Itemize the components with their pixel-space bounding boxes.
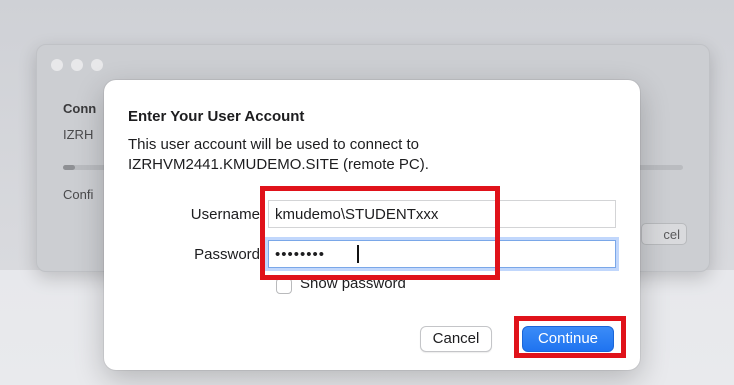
close-window-icon — [51, 59, 63, 71]
dialog-message-line1: This user account will be used to connec… — [128, 136, 419, 153]
desktop-background: Conn IZRH Confi cel Enter Your User Acco… — [0, 0, 734, 385]
zoom-window-icon — [91, 59, 103, 71]
background-window-title: Conn — [63, 101, 97, 116]
minimize-window-icon — [71, 59, 83, 71]
cancel-button[interactable]: Cancel — [420, 326, 492, 352]
connection-progress-fill — [63, 165, 75, 170]
show-password-checkbox[interactable] — [276, 278, 292, 294]
background-window-host: IZRH — [63, 127, 94, 142]
dialog-title: Enter Your User Account — [128, 108, 305, 125]
dialog-message-line2: IZRHVM2441.KMUDEMO.SITE (remote PC). — [128, 156, 429, 173]
text-caret — [357, 245, 359, 263]
background-window-status: Confi — [63, 187, 94, 202]
user-account-dialog: Enter Your User Account This user accoun… — [104, 80, 640, 370]
username-label: Username — [190, 206, 260, 223]
password-label: Password — [194, 246, 260, 263]
dialog-message: This user account will be used to connec… — [128, 135, 608, 175]
background-cancel-button: cel — [641, 223, 687, 245]
show-password-label[interactable]: Show password — [300, 275, 406, 292]
continue-button[interactable]: Continue — [522, 326, 614, 352]
password-field[interactable] — [268, 240, 616, 268]
username-field[interactable] — [268, 200, 616, 228]
